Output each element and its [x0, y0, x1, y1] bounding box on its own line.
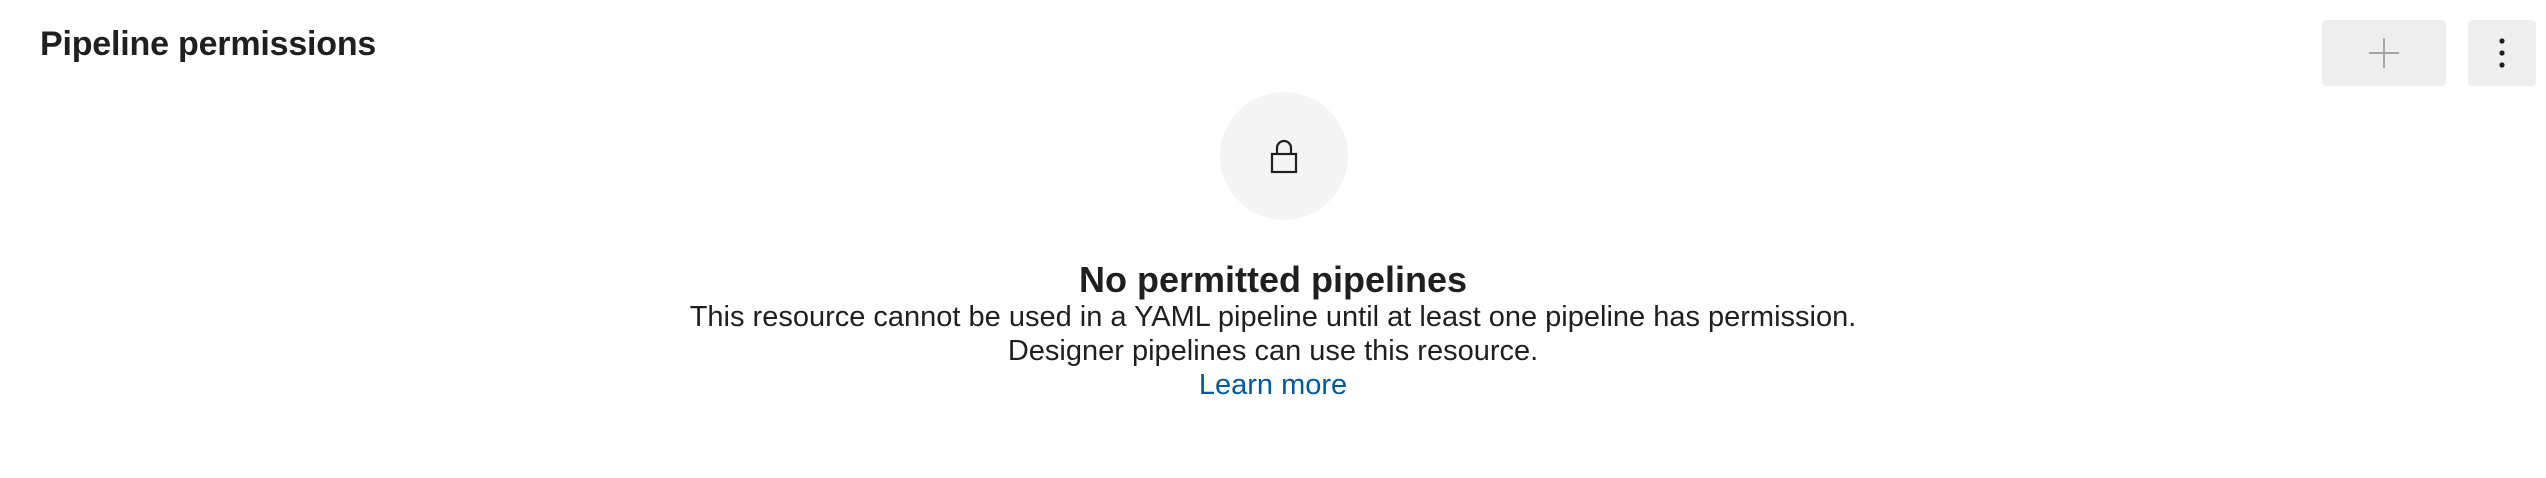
- lock-icon: [1270, 139, 1298, 174]
- empty-state: No permitted pipelines This resource can…: [0, 0, 2546, 478]
- learn-more-container: Learn more: [0, 367, 2546, 403]
- empty-state-description: This resource cannot be used in a YAML p…: [689, 301, 1857, 333]
- learn-more-link[interactable]: Learn more: [1199, 369, 1347, 401]
- empty-state-title: No permitted pipelines: [1078, 259, 1468, 300]
- lock-icon-circle: [1220, 92, 1348, 220]
- empty-state-note: Designer pipelines can use this resource…: [1007, 335, 1539, 367]
